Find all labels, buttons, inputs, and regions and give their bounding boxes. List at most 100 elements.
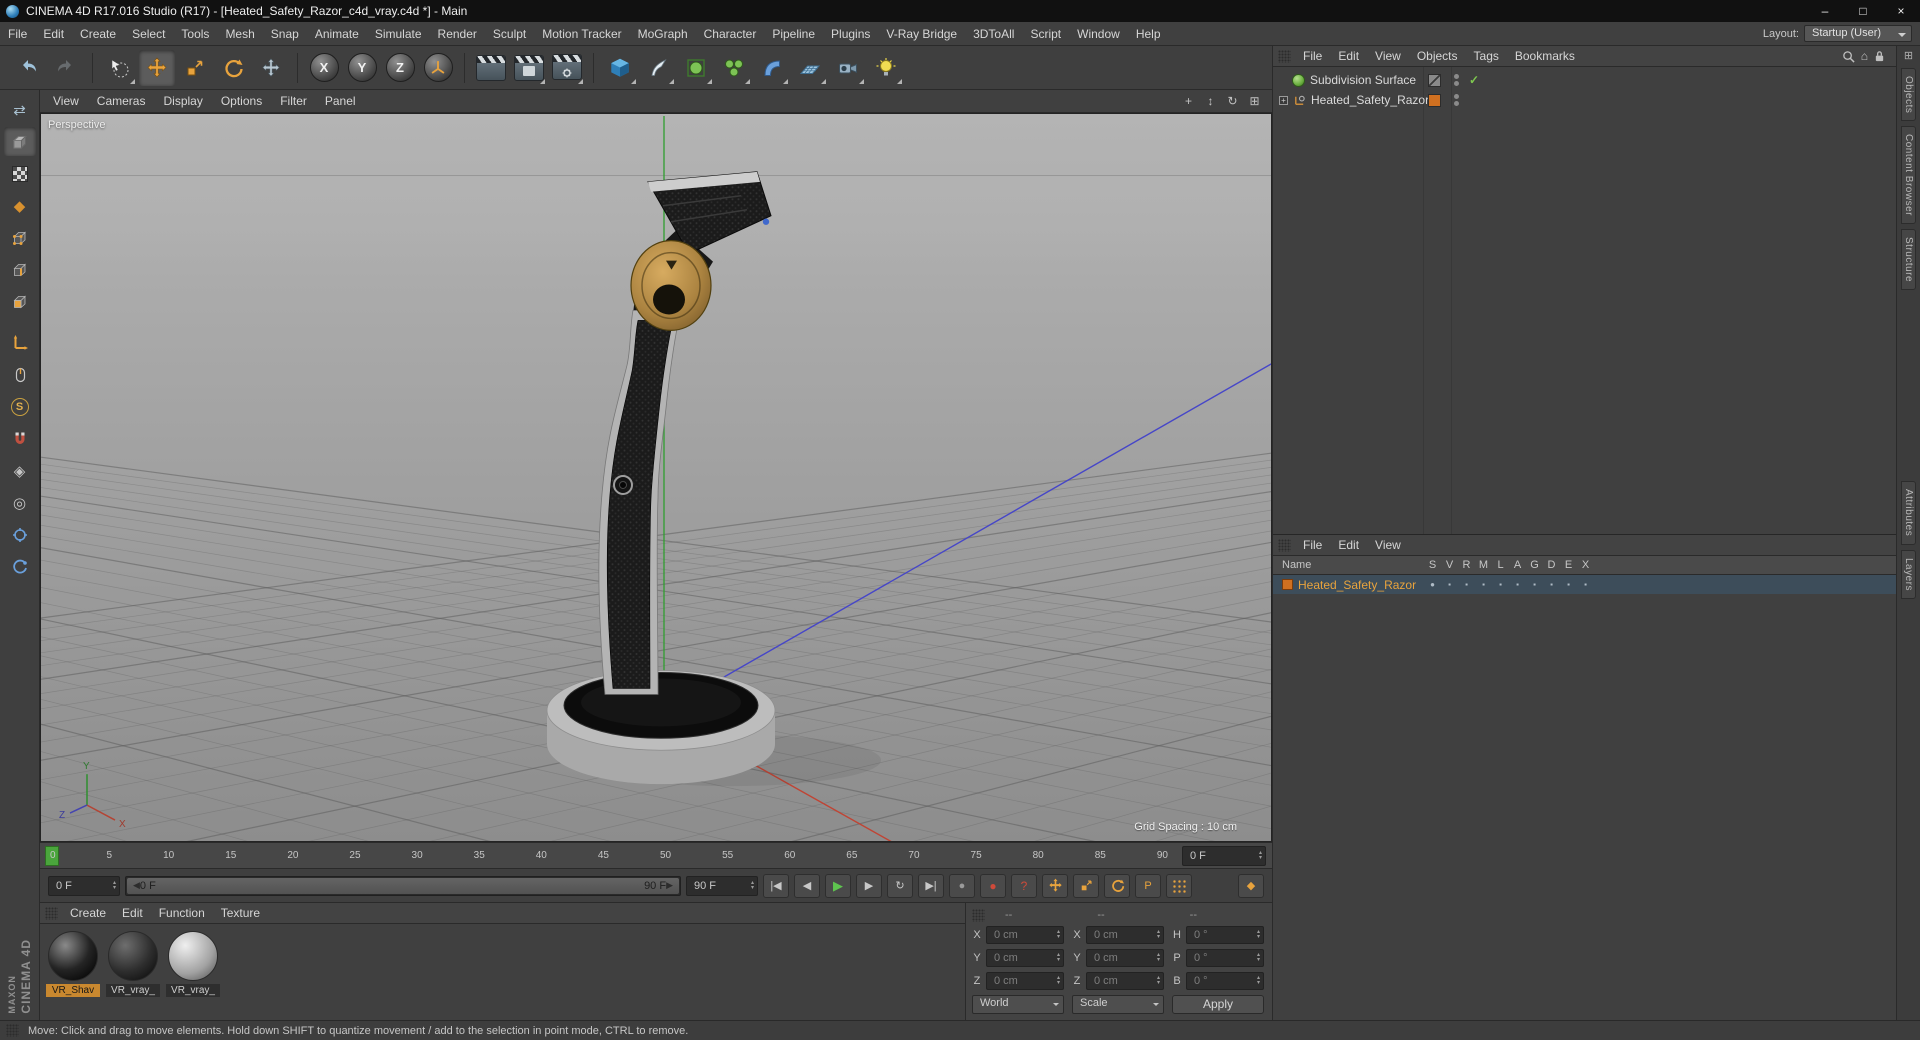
live-selection-button[interactable] — [101, 50, 137, 86]
toggle-views-icon[interactable]: ⊞ — [1245, 93, 1264, 110]
layer-list[interactable]: Heated_Safety_Razor — [1273, 575, 1896, 1020]
menu-vray-bridge[interactable]: V-Ray Bridge — [878, 24, 965, 44]
panel-grip-icon[interactable] — [1278, 49, 1291, 63]
timeline-ruler[interactable]: 0 5 10 15 20 25 30 35 40 45 50 55 60 65 — [40, 842, 1272, 868]
tab-structure[interactable]: Structure — [1901, 229, 1916, 291]
previous-frame-button[interactable]: ◀ — [794, 873, 820, 898]
menu-create[interactable]: Create — [72, 24, 124, 44]
render-picture-viewer-button[interactable] — [511, 50, 547, 86]
layer-toggle-icon[interactable] — [1509, 580, 1526, 589]
keyframe-help-button[interactable]: ? — [1011, 873, 1037, 898]
menu-sculpt[interactable]: Sculpt — [485, 24, 534, 44]
quantize-button[interactable]: ◈ — [4, 456, 36, 485]
slider-left-arrow-icon[interactable]: ◀ — [133, 880, 140, 891]
spinner-icon[interactable]: ▴ ▾ — [1257, 975, 1260, 986]
vp-menu-filter[interactable]: Filter — [271, 92, 316, 110]
goto-start-button[interactable]: |◀ — [763, 873, 789, 898]
menu-motion-tracker[interactable]: Motion Tracker — [534, 24, 629, 44]
om-menu-file[interactable]: File — [1295, 47, 1330, 65]
menu-file[interactable]: File — [0, 24, 35, 44]
current-frame-field[interactable]: 0 F ▴ ▾ — [48, 875, 120, 896]
menu-snap[interactable]: Snap — [263, 24, 307, 44]
plugin-1-button[interactable] — [4, 520, 36, 549]
menu-simulate[interactable]: Simulate — [367, 24, 430, 44]
move-button[interactable] — [139, 49, 175, 86]
vp-menu-options[interactable]: Options — [212, 92, 271, 110]
coordinate-system-button[interactable] — [420, 50, 456, 86]
viewport-solo-button[interactable]: S — [4, 392, 36, 421]
menu-animate[interactable]: Animate — [307, 24, 367, 44]
display-tag-icon[interactable] — [1428, 73, 1441, 87]
layer-toggle-icon[interactable] — [1441, 580, 1458, 589]
record-pla-button[interactable] — [1166, 873, 1192, 898]
om-menu-tags[interactable]: Tags — [1466, 47, 1507, 65]
coordinate-space-select[interactable]: World — [972, 995, 1064, 1014]
material-preview-sphere[interactable] — [168, 931, 218, 981]
layer-toggle-icon[interactable] — [1458, 580, 1475, 589]
workplane-snap-button[interactable]: ◎ — [4, 488, 36, 517]
size-header[interactable]: -- — [1083, 909, 1171, 921]
snap-button[interactable] — [4, 424, 36, 453]
layer-color-chip[interactable] — [1282, 579, 1293, 590]
menu-window[interactable]: Window — [1069, 24, 1128, 44]
polygons-mode-button[interactable] — [4, 287, 36, 316]
rot-b-field[interactable]: 0 ° ▴ ▾ — [1186, 971, 1264, 990]
make-editable-button[interactable]: ⇄ — [4, 95, 36, 124]
model-mode-button[interactable] — [3, 127, 36, 156]
om-menu-objects[interactable]: Objects — [1409, 47, 1466, 65]
mat-menu-texture[interactable]: Texture — [213, 904, 268, 922]
spinner-icon[interactable]: ▴ ▾ — [1057, 952, 1060, 963]
spinner-icon[interactable]: ▴ ▾ — [1259, 850, 1262, 861]
render-view-button[interactable] — [473, 50, 509, 86]
layer-toggle-icon[interactable] — [1424, 580, 1441, 589]
spinner-icon[interactable]: ▴ ▾ — [1257, 929, 1260, 940]
pos-x-field[interactable]: 0 cm ▴ ▾ — [986, 925, 1064, 944]
dolly-view-icon[interactable]: ↕ — [1201, 93, 1220, 110]
tab-layers[interactable]: Layers — [1901, 549, 1916, 599]
redo-button[interactable] — [48, 50, 84, 86]
add-generator-button[interactable] — [678, 50, 714, 86]
col-manager[interactable]: M — [1475, 559, 1492, 571]
col-view[interactable]: V — [1441, 559, 1458, 571]
material-tag-icon[interactable] — [1428, 93, 1441, 107]
col-animation[interactable]: A — [1509, 559, 1526, 571]
menu-select[interactable]: Select — [124, 24, 173, 44]
layer-toggle-icon[interactable] — [1475, 580, 1492, 589]
menu-mesh[interactable]: Mesh — [217, 24, 262, 44]
slider-right-arrow-icon[interactable]: ▶ — [666, 880, 673, 891]
layer-toggle-icon[interactable] — [1560, 580, 1577, 589]
col-render[interactable]: R — [1458, 559, 1475, 571]
menu-pipeline[interactable]: Pipeline — [764, 24, 823, 44]
goto-end-button[interactable]: ▶| — [918, 873, 944, 898]
spinner-icon[interactable]: ▴ ▾ — [1157, 952, 1160, 963]
rotate-button[interactable] — [215, 50, 251, 86]
add-light-button[interactable] — [868, 50, 904, 86]
axis-mode-button[interactable] — [4, 328, 36, 357]
rot-h-field[interactable]: 0 ° ▴ ▾ — [1186, 925, 1264, 944]
om-menu-bookmarks[interactable]: Bookmarks — [1507, 47, 1583, 65]
record-scale-button[interactable] — [1073, 873, 1099, 898]
visibility-dots[interactable] — [1454, 74, 1459, 86]
material-item[interactable]: VR_Shav — [46, 931, 100, 997]
scale-button[interactable] — [177, 50, 213, 86]
maximize-button[interactable]: □ — [1844, 0, 1882, 22]
autokeying-button[interactable]: ● — [980, 873, 1006, 898]
tab-attributes[interactable]: Attributes — [1901, 481, 1916, 545]
om-menu-view[interactable]: View — [1367, 47, 1409, 65]
undo-button[interactable] — [10, 50, 46, 86]
add-primitive-button[interactable] — [602, 50, 638, 86]
close-button[interactable]: × — [1882, 0, 1920, 22]
layer-row[interactable]: Heated_Safety_Razor — [1273, 575, 1896, 594]
lock-y-axis-button[interactable]: Y — [344, 50, 380, 86]
material-item[interactable]: VR_vray_ — [106, 931, 160, 997]
vp-menu-panel[interactable]: Panel — [316, 92, 365, 110]
range-slider-handle[interactable]: ◀ 0 F 90 F ▶ — [127, 877, 679, 894]
last-used-tool-button[interactable] — [253, 50, 289, 86]
rot-p-field[interactable]: 0 ° ▴ ▾ — [1186, 948, 1264, 967]
add-camera-button[interactable] — [830, 50, 866, 86]
visibility-dots[interactable] — [1454, 94, 1459, 106]
lock-icon[interactable] — [1874, 50, 1885, 63]
frame-display-field[interactable]: 0 F ▴ ▾ — [1182, 845, 1266, 866]
spinner-icon[interactable]: ▴ ▾ — [1257, 952, 1260, 963]
size-mode-select[interactable]: Scale — [1072, 995, 1164, 1014]
